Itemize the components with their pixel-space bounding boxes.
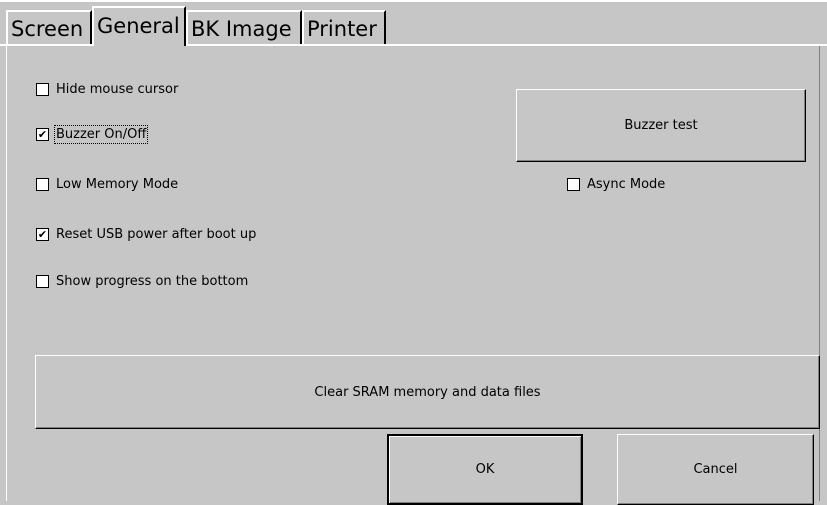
ok-button[interactable]: OK: [387, 434, 583, 505]
hide-mouse-cursor-checkbox[interactable]: [36, 83, 49, 96]
reset-usb-power-checkbox[interactable]: ✔: [36, 228, 49, 241]
clear-sram-button[interactable]: Clear SRAM memory and data files: [35, 355, 820, 429]
active-tab-gap: [94, 44, 184, 46]
tab-bk-image[interactable]: BK Image: [186, 10, 302, 44]
settings-window: Screen General BK Image Printer Hide mou…: [0, 0, 827, 505]
option-hide-mouse-cursor[interactable]: Hide mouse cursor: [36, 82, 178, 97]
async-mode-label: Async Mode: [587, 177, 666, 192]
low-memory-mode-label: Low Memory Mode: [56, 177, 179, 192]
option-low-memory-mode[interactable]: Low Memory Mode: [36, 177, 178, 192]
tab-screen[interactable]: Screen: [6, 10, 92, 44]
option-buzzer-on-off[interactable]: ✔ Buzzer On/Off: [36, 125, 149, 144]
show-progress-label: Show progress on the bottom: [56, 274, 249, 289]
buzzer-on-off-checkbox[interactable]: ✔: [36, 128, 49, 141]
option-reset-usb-power[interactable]: ✔ Reset USB power after boot up: [36, 227, 256, 242]
reset-usb-power-label: Reset USB power after boot up: [56, 227, 257, 242]
tab-printer[interactable]: Printer: [302, 10, 386, 44]
tab-general[interactable]: General: [92, 6, 186, 46]
buzzer-on-off-label: Buzzer On/Off: [53, 125, 149, 144]
hide-mouse-cursor-label: Hide mouse cursor: [56, 82, 179, 97]
buzzer-test-button[interactable]: Buzzer test: [516, 89, 806, 162]
low-memory-mode-checkbox[interactable]: [36, 178, 49, 191]
show-progress-checkbox[interactable]: [36, 275, 49, 288]
async-mode-checkbox[interactable]: [567, 178, 580, 191]
option-show-progress[interactable]: Show progress on the bottom: [36, 274, 248, 289]
option-async-mode[interactable]: Async Mode: [567, 177, 665, 192]
window-top-edge: [0, 0, 827, 2]
cancel-button[interactable]: Cancel: [617, 434, 814, 505]
